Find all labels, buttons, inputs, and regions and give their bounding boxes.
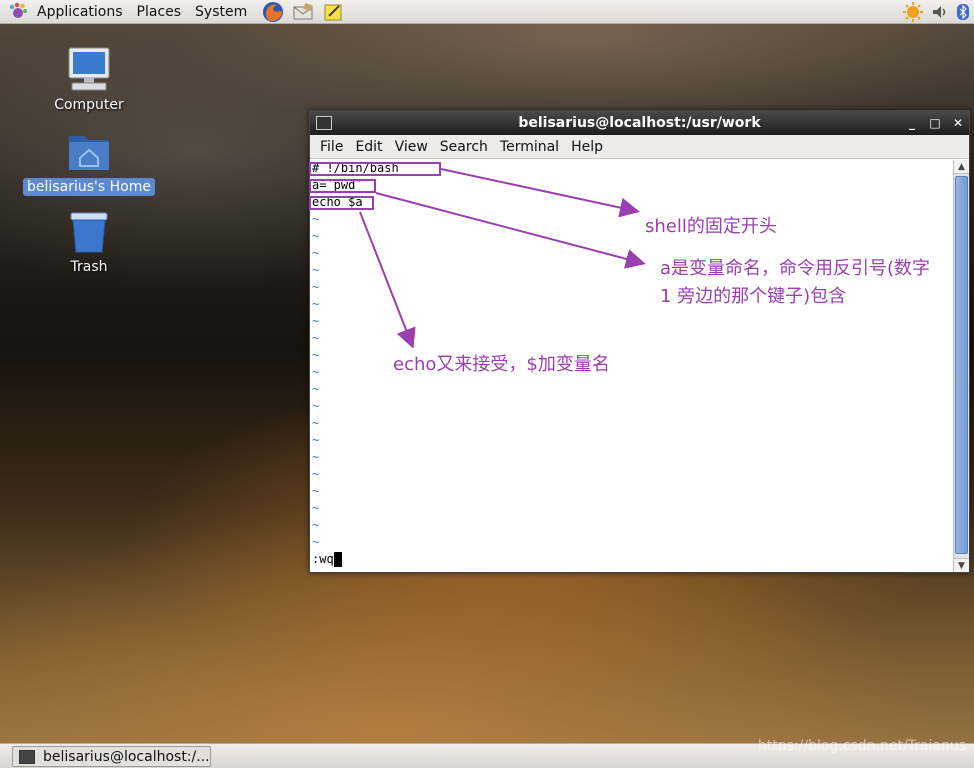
watermark: https://blog.csdn.net/Traianus: [757, 738, 966, 754]
empty-line-tilde: ~: [312, 212, 320, 226]
menu-help[interactable]: Help: [565, 139, 609, 155]
menu-view[interactable]: View: [389, 139, 434, 155]
volume-icon[interactable]: [930, 2, 950, 22]
desktop-icon-home[interactable]: belisarius's Home: [23, 128, 155, 196]
annotation-shell-header: shell的固定开头: [645, 216, 777, 237]
empty-line-tilde: ~: [312, 280, 320, 294]
gnome-foot-icon[interactable]: [8, 2, 28, 22]
scroll-thumb[interactable]: [955, 176, 968, 554]
menu-file[interactable]: File: [314, 139, 349, 155]
empty-line-tilde: ~: [312, 297, 320, 311]
weather-sun-icon[interactable]: [902, 1, 924, 23]
taskbar-label: belisarius@localhost:/...: [43, 748, 210, 765]
empty-line-tilde: ~: [312, 518, 320, 532]
annotation-backtick-line2: 1 旁边的那个键子)包含: [660, 286, 847, 307]
scroll-down-arrow-icon[interactable]: ▼: [954, 558, 969, 572]
terminal-window[interactable]: belisarius@localhost:/usr/work _ □ ✕ Fil…: [309, 110, 970, 573]
bluetooth-icon[interactable]: [956, 2, 970, 22]
terminal-icon: [316, 116, 332, 130]
desktop-icon-trash[interactable]: Trash: [24, 208, 154, 276]
top-panel: Applications Places System: [0, 0, 974, 24]
empty-line-tilde: ~: [312, 467, 320, 481]
menu-terminal[interactable]: Terminal: [494, 139, 565, 155]
empty-line-tilde: ~: [312, 535, 320, 549]
empty-line-tilde: ~: [312, 229, 320, 243]
highlight-box-shebang: [309, 162, 441, 176]
empty-line-tilde: ~: [312, 314, 320, 328]
desktop-icon-computer[interactable]: Computer: [24, 44, 154, 114]
menu-search[interactable]: Search: [434, 139, 494, 155]
mail-icon[interactable]: [292, 1, 314, 23]
empty-line-tilde: ~: [312, 433, 320, 447]
menu-edit[interactable]: Edit: [349, 139, 388, 155]
menu-system[interactable]: System: [188, 0, 254, 24]
menu-applications[interactable]: Applications: [30, 0, 130, 24]
command-text: :wq: [312, 552, 334, 566]
computer-icon: [68, 47, 110, 91]
empty-line-tilde: ~: [312, 501, 320, 515]
close-button[interactable]: ✕: [951, 116, 965, 130]
code-line: echo $a: [312, 195, 363, 209]
empty-line-tilde: ~: [312, 382, 320, 396]
desktop-icon-label: belisarius's Home: [23, 178, 155, 196]
minimize-button[interactable]: _: [905, 116, 919, 130]
annotation-backtick-line1: a是变量命名，命令用反引号(数字: [660, 258, 931, 279]
annotation-echo: echo又来接受，$加变量名: [393, 354, 610, 375]
code-line: a=`pwd`: [312, 178, 363, 192]
command-line[interactable]: :wq: [310, 551, 954, 568]
menu-places[interactable]: Places: [130, 0, 189, 24]
window-title: belisarius@localhost:/usr/work: [518, 115, 761, 131]
vertical-scrollbar[interactable]: ▲ ▼: [953, 160, 969, 572]
window-titlebar[interactable]: belisarius@localhost:/usr/work _ □ ✕: [310, 111, 969, 135]
firefox-icon[interactable]: [262, 1, 284, 23]
desktop-icon-label: Trash: [70, 259, 108, 275]
text-cursor: [333, 552, 342, 567]
empty-line-tilde: ~: [312, 399, 320, 413]
empty-line-tilde: ~: [312, 484, 320, 498]
desktop-icon-label: Computer: [54, 97, 124, 113]
empty-line-tilde: ~: [312, 416, 320, 430]
home-folder-icon: [69, 136, 109, 170]
empty-line-tilde: ~: [312, 450, 320, 464]
notes-icon[interactable]: [322, 1, 344, 23]
scroll-up-arrow-icon[interactable]: ▲: [954, 160, 969, 174]
empty-line-tilde: ~: [312, 331, 320, 345]
highlight-box-backtick: [309, 179, 376, 193]
highlight-box-echo: [309, 196, 374, 210]
trash-icon: [70, 212, 108, 253]
taskbar-terminal-button[interactable]: belisarius@localhost:/...: [12, 746, 211, 767]
system-tray: [902, 0, 974, 24]
terminal-icon: [19, 749, 35, 764]
maximize-button[interactable]: □: [928, 116, 942, 130]
terminal-menubar: File Edit View Search Terminal Help: [310, 135, 969, 159]
